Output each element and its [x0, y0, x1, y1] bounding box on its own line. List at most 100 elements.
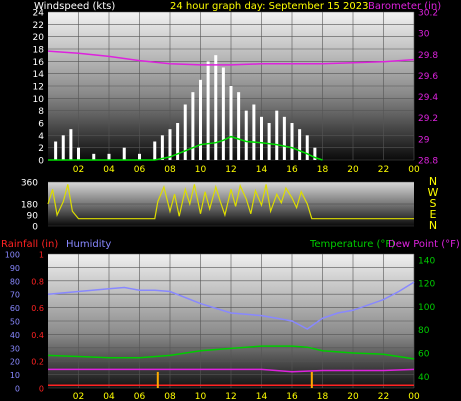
barometer-tick-label: 30	[418, 30, 430, 40]
barometer-tick-label: 28.8	[418, 157, 438, 167]
humidity-tick-label: 80	[10, 277, 20, 286]
barometer-axis-label: Barometer (in)	[368, 1, 441, 12]
windspeed-tick-label: 4	[38, 132, 44, 142]
windspeed-tick-label: 0	[38, 157, 44, 167]
windspeed-tick-label: 6	[38, 120, 44, 130]
wind-x-tick-label: 04	[103, 165, 115, 175]
windspeed-bar	[260, 116, 263, 160]
windspeed-bar	[214, 55, 218, 160]
windspeed-tick-label: 10	[33, 95, 45, 105]
temperature-x-tick-label: 12	[225, 392, 236, 401]
direction-tick-label: 90	[27, 212, 39, 222]
compass-letter: N	[429, 219, 437, 232]
weather-chart-canvas: 02468101214161820222428.82929.229.429.62…	[1, 1, 460, 401]
wind-x-tick-label: 00	[408, 165, 420, 175]
windspeed-bar	[244, 110, 248, 160]
rainfall-tick-label: 0.4	[31, 331, 44, 340]
windspeed-bar	[206, 61, 210, 161]
direction-tick-label: 360	[21, 179, 38, 189]
windspeed-bar	[107, 153, 111, 160]
barometer-tick-label: 29	[418, 135, 430, 145]
windspeed-tick-label: 12	[33, 83, 44, 93]
windspeed-bar	[191, 92, 195, 160]
windspeed-tick-label: 16	[33, 58, 45, 68]
temperature-tick-label: 60	[418, 350, 430, 360]
rainfall-tick-label: 0.8	[31, 277, 44, 286]
weather-graph: 0 2 4 6 8 10 12 14 16 18 20 22 24 28.8 29 29.2 29.4 29.6 2…	[0, 0, 461, 401]
windspeed-bar	[267, 123, 271, 160]
rainfall-tick-label: 0.2	[31, 358, 44, 367]
rainfall-marker	[156, 371, 159, 388]
windspeed-bar	[92, 153, 96, 160]
windspeed-bar	[122, 147, 126, 160]
windspeed-tick-label: 14	[33, 70, 45, 80]
windspeed-bar	[199, 79, 202, 160]
humidity-tick-label: 30	[10, 344, 20, 353]
windspeed-bar	[305, 135, 309, 160]
humidity-axis-label: Humidity	[66, 239, 111, 250]
temperature-x-tick-label: 18	[317, 392, 329, 401]
windspeed-bar	[77, 147, 80, 160]
humidity-tick-label: 10	[10, 371, 20, 380]
wind-x-tick-label: 16	[286, 165, 298, 175]
rainfall-tick-label: 0.6	[31, 304, 44, 313]
windspeed-bar	[229, 86, 233, 160]
windspeed-bar	[69, 129, 73, 160]
windspeed-axis-label: Windspeed (kts)	[34, 1, 115, 12]
wind-x-tick-label: 20	[347, 165, 359, 175]
temperature-x-tick-label: 22	[378, 392, 389, 401]
barometer-tick-label: 29.2	[418, 114, 438, 124]
windspeed-bar	[153, 141, 157, 160]
temperature-x-tick-label: 10	[195, 392, 207, 401]
windspeed-bar	[252, 104, 256, 160]
windspeed-bar	[290, 123, 294, 160]
rainfall-tick-label: 1	[39, 251, 44, 260]
humidity-tick-label: 50	[10, 318, 20, 327]
wind-x-tick-label: 08	[164, 165, 176, 175]
wind-x-tick-label: 14	[256, 165, 268, 175]
windspeed-bar	[54, 141, 58, 160]
wind-x-tick-label: 12	[225, 165, 236, 175]
direction-tick-label: 0	[32, 223, 38, 233]
windspeed-bar	[160, 135, 164, 160]
windspeed-tick-label: 18	[33, 46, 45, 56]
temperature-x-tick-label: 20	[347, 392, 359, 401]
temperature-x-tick-label: 00	[408, 392, 420, 401]
direction-tick-label: 180	[21, 201, 38, 211]
temperature-tick-label: 120	[418, 280, 435, 290]
temperature-x-tick-label: 06	[134, 392, 146, 401]
windspeed-bar	[298, 129, 302, 160]
rainfall-marker	[310, 371, 313, 388]
temperature-x-tick-label: 14	[256, 392, 268, 401]
windspeed-bar	[61, 135, 65, 160]
wind-x-tick-label: 18	[317, 165, 329, 175]
temperature-x-tick-label: 16	[286, 392, 298, 401]
windspeed-tick-label: 2	[38, 144, 44, 154]
temperature-x-tick-label: 02	[73, 392, 84, 401]
wind-x-tick-label: 10	[195, 165, 207, 175]
windspeed-tick-label: 22	[33, 21, 44, 31]
barometer-tick-label: 29.8	[418, 51, 438, 61]
wind-x-tick-label: 02	[73, 165, 84, 175]
windspeed-bar	[168, 129, 172, 160]
chart-title: 24 hour graph day: September 15 2023	[170, 1, 368, 12]
temperature-tick-label: 140	[418, 256, 435, 266]
windspeed-bar	[237, 92, 241, 160]
temperature-tick-label: 80	[418, 326, 430, 336]
temperature-tick-label: 40	[418, 373, 430, 383]
windspeed-bar	[221, 67, 225, 160]
wind-x-tick-label: 06	[134, 165, 146, 175]
humidity-tick-label: 0	[15, 385, 20, 394]
barometer-tick-label: 29.6	[418, 72, 438, 82]
windspeed-bar	[275, 110, 279, 160]
humidity-tick-label: 60	[10, 304, 20, 313]
humidity-tick-label: 70	[10, 291, 20, 300]
rainfall-axis-label: Rainfall (in)	[1, 239, 58, 250]
windspeed-tick-label: 8	[38, 107, 44, 117]
humidity-tick-label: 20	[10, 358, 20, 367]
dewpoint-axis-label: Dew Point (°F)	[388, 239, 460, 250]
windspeed-bar	[138, 153, 141, 160]
temperature-axis-label: Temperature (°F)	[309, 239, 395, 250]
temperature-tick-label: 100	[418, 303, 435, 313]
temperature-x-tick-label: 04	[103, 392, 115, 401]
